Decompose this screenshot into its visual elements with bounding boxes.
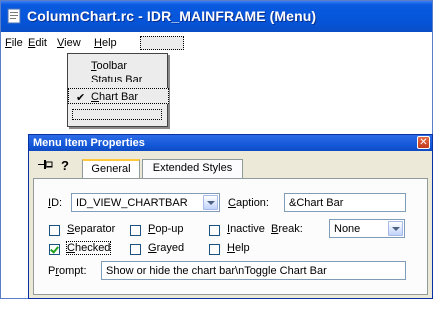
- separator-label: Separator: [67, 223, 116, 235]
- prompt-label: Prompt:: [48, 265, 87, 277]
- menu-help[interactable]: Help: [94, 37, 117, 49]
- id-dropdown-button[interactable]: [203, 195, 218, 210]
- menu-item-chart-bar[interactable]: Chart Bar: [91, 91, 138, 103]
- inactive-checkbox[interactable]: [209, 225, 220, 236]
- popup-label: Pop-up: [148, 223, 184, 235]
- tab-extended-styles[interactable]: Extended Styles: [142, 159, 243, 178]
- pushpin-icon[interactable]: [38, 160, 54, 169]
- properties-title: Menu Item Properties: [33, 137, 145, 149]
- help-icon[interactable]: ?: [61, 158, 69, 173]
- checked-label: Checked: [65, 241, 112, 255]
- break-dropdown-button[interactable]: [388, 221, 403, 236]
- general-tab-panel: ID: ID_VIEW_CHARTBAR Caption: &Chart Bar…: [33, 178, 428, 295]
- window-title: ColumnChart.rc - IDR_MAINFRAME (Menu): [27, 8, 317, 24]
- checked-checkbox[interactable]: [49, 244, 60, 255]
- menu-item-status-bar[interactable]: Status Bar: [91, 74, 142, 82]
- menu-bar: File Edit View Help: [1, 32, 432, 53]
- caption-field[interactable]: &Chart Bar: [284, 193, 406, 212]
- inactive-label: Inactive: [227, 223, 265, 235]
- properties-titlebar[interactable]: Menu Item Properties ✕: [29, 135, 432, 151]
- grayed-label: Grayed: [148, 242, 185, 254]
- close-button[interactable]: ✕: [417, 136, 430, 149]
- document-icon: [7, 8, 21, 24]
- caption-label: Caption:: [228, 197, 269, 209]
- caption-value: &Chart Bar: [289, 197, 344, 209]
- id-combo[interactable]: ID_VIEW_CHARTBAR: [71, 193, 220, 212]
- prompt-field[interactable]: Show or hide the chart bar\nToggle Chart…: [101, 261, 406, 280]
- prompt-value: Show or hide the chart bar\nToggle Chart…: [106, 265, 327, 277]
- new-menu-item-slot[interactable]: [72, 109, 162, 120]
- break-value: None: [334, 223, 361, 235]
- new-menu-slot[interactable]: [140, 36, 184, 50]
- checkmark-icon: ✔: [76, 92, 86, 104]
- break-combo[interactable]: None: [329, 219, 405, 238]
- help-label: Help: [227, 242, 250, 254]
- editor-titlebar[interactable]: ColumnChart.rc - IDR_MAINFRAME (Menu): [1, 1, 432, 32]
- view-dropdown-menu: Toolbar Status Bar ✔ Chart Bar: [67, 53, 169, 127]
- help-checkbox[interactable]: [209, 244, 220, 255]
- id-value: ID_VIEW_CHARTBAR: [76, 197, 188, 209]
- break-label: Break:: [271, 223, 303, 235]
- grayed-checkbox[interactable]: [130, 244, 141, 255]
- menu-view[interactable]: View: [57, 37, 81, 49]
- menu-item-properties-dialog: Menu Item Properties ✕ ? General Extende…: [28, 134, 433, 299]
- menu-item-toolbar[interactable]: Toolbar: [91, 60, 127, 72]
- menu-file[interactable]: File: [5, 37, 23, 49]
- id-label: ID:: [48, 197, 63, 209]
- menu-edit[interactable]: Edit: [28, 37, 47, 49]
- separator-checkbox[interactable]: [49, 225, 60, 236]
- tab-general[interactable]: General: [82, 159, 140, 178]
- popup-checkbox[interactable]: [130, 225, 141, 236]
